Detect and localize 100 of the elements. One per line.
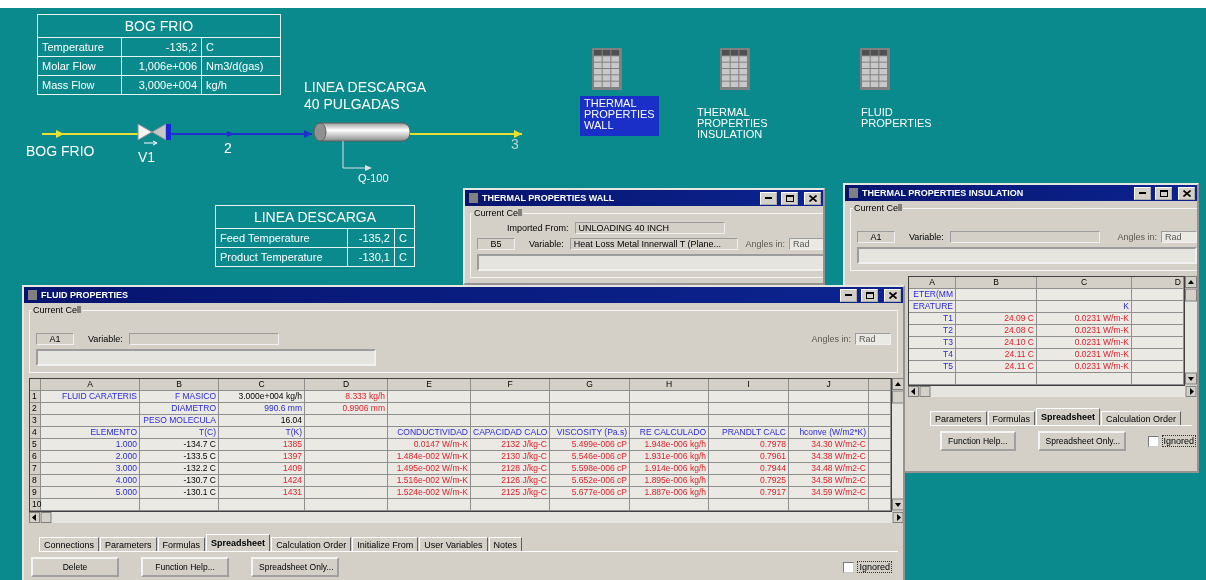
minimize-button[interactable] <box>1134 186 1151 200</box>
desktop-icon-label[interactable]: THERMAL PROPERTIES INSULATION <box>693 105 772 143</box>
spreadsheet-icon[interactable] <box>860 48 890 90</box>
table-cell: 990.6 mm <box>219 403 305 414</box>
desktop-icon-label[interactable]: THERMAL PROPERTIES WALL <box>580 96 659 136</box>
field-label: Angles in: <box>1117 232 1157 242</box>
table-title: BOG FRIO <box>37 14 281 38</box>
formula-field[interactable] <box>477 254 823 271</box>
table-cell: ELEMENTO <box>41 427 140 438</box>
push-button[interactable]: Function Help... <box>141 557 229 577</box>
table-cell: T1 <box>909 313 956 324</box>
tab[interactable]: Parameters <box>930 411 987 425</box>
angles-field[interactable]: Rad <box>789 238 823 250</box>
variable-field[interactable] <box>949 231 1100 243</box>
horizontal-scrollbar[interactable] <box>908 386 1197 397</box>
push-button[interactable]: Delete <box>31 557 119 577</box>
table-cell: 5.546e-006 cP <box>550 451 630 462</box>
column-header[interactable]: C <box>219 379 305 390</box>
minimize-button[interactable] <box>760 191 777 205</box>
column-header[interactable]: I <box>709 379 789 390</box>
cell-address-field: B5 <box>477 238 515 250</box>
table-cell: ERATURE <box>909 301 956 312</box>
close-button[interactable] <box>1178 186 1195 200</box>
table-cell: K <box>1037 301 1132 312</box>
table-cell: 2132 J/kg-C <box>471 439 550 450</box>
tab[interactable]: Formulas <box>157 537 206 551</box>
column-header[interactable]: C <box>1037 277 1132 288</box>
window-title: FLUID PROPERTIES <box>41 290 129 300</box>
push-button[interactable]: Function Help... <box>940 431 1016 451</box>
maximize-button[interactable] <box>861 288 878 302</box>
tab[interactable]: Formulas <box>987 411 1036 425</box>
variable-field[interactable]: Heat Loss Metal Innerwall T (Plane... <box>569 238 738 250</box>
row-header[interactable]: 8 <box>30 475 41 486</box>
table-cell: 3.000 <box>41 463 140 474</box>
close-button[interactable] <box>804 191 821 205</box>
push-button[interactable]: Spreadsheet Only... <box>1037 431 1126 451</box>
column-header[interactable]: D <box>1132 277 1184 288</box>
desktop-icon-label[interactable]: FLUID PROPERTIES <box>857 105 936 132</box>
spreadsheet-icon[interactable] <box>720 48 750 90</box>
row-header[interactable]: 1 <box>30 391 41 402</box>
checkbox[interactable] <box>843 561 855 573</box>
close-button[interactable] <box>884 288 901 302</box>
row-header[interactable]: 9 <box>30 487 41 498</box>
table-cell: Nm3/d(gas) <box>201 56 281 76</box>
cell-address-field: A1 <box>36 333 74 345</box>
imported-from-field[interactable]: UNLOADING 40 INCH <box>574 222 725 234</box>
spreadsheet-icon[interactable] <box>592 48 622 90</box>
row-header[interactable]: 10 <box>30 499 41 510</box>
table-cell: T3 <box>909 337 956 348</box>
tab[interactable]: Spreadsheet <box>206 534 271 551</box>
column-header[interactable]: A <box>909 277 956 288</box>
table-cell: 1431 <box>219 487 305 498</box>
vertical-scrollbar[interactable] <box>892 378 903 511</box>
row-header[interactable]: 3 <box>30 415 41 426</box>
column-header[interactable]: B <box>956 277 1037 288</box>
variable-field[interactable] <box>128 333 279 345</box>
table-cell: hconve (W/m2*K) <box>789 427 869 438</box>
tab[interactable]: Notes <box>488 537 523 551</box>
column-header[interactable]: J <box>789 379 869 390</box>
table-cell: 0.0231 W/m-K <box>1037 337 1132 348</box>
vertical-scrollbar[interactable] <box>1185 276 1197 385</box>
tab[interactable]: Connections <box>39 537 100 551</box>
formula-field[interactable] <box>36 349 376 366</box>
tab[interactable]: Initialize From <box>352 537 419 551</box>
column-header[interactable]: E <box>388 379 471 390</box>
formula-field[interactable] <box>857 247 1197 264</box>
column-header[interactable]: B <box>140 379 219 390</box>
maximize-button[interactable] <box>781 191 798 205</box>
tab[interactable]: Calculation Order <box>1101 411 1182 425</box>
tab[interactable]: Parameters <box>100 537 157 551</box>
maximize-button[interactable] <box>1155 186 1172 200</box>
tab[interactable]: Spreadsheet <box>1036 408 1101 425</box>
row-header[interactable]: 7 <box>30 463 41 474</box>
row-header[interactable]: 4 <box>30 427 41 438</box>
table-cell: 24.09 C <box>956 313 1037 324</box>
tab[interactable]: User Variables <box>419 537 488 551</box>
column-header[interactable]: G <box>550 379 630 390</box>
pipe-drawing[interactable] <box>312 122 412 142</box>
checkbox[interactable] <box>1147 435 1159 447</box>
tab[interactable]: Calculation Order <box>271 537 352 551</box>
column-header[interactable]: F <box>471 379 550 390</box>
column-header[interactable]: A <box>41 379 140 390</box>
table-cell: C <box>201 37 281 57</box>
table-cell: 16.04 <box>219 415 305 426</box>
valve-icon[interactable] <box>136 122 172 146</box>
table-cell: CAPACIDAD CALO <box>471 427 550 438</box>
push-button[interactable]: Spreadsheet Only... <box>251 557 339 577</box>
row-header[interactable]: 2 <box>30 403 41 414</box>
table-cell: 5.499e-006 cP <box>550 439 630 450</box>
row-header[interactable]: 5 <box>30 439 41 450</box>
row-header[interactable]: 6 <box>30 451 41 462</box>
angles-field[interactable]: Rad <box>855 333 891 345</box>
unit-label: LINEA DESCARGA <box>304 79 427 96</box>
table-cell: 2130 J/kg-C <box>471 451 550 462</box>
column-header[interactable]: D <box>305 379 388 390</box>
angles-field[interactable]: Rad <box>1161 231 1197 243</box>
column-header[interactable]: H <box>630 379 709 390</box>
energy-stream-arrow <box>341 141 373 173</box>
minimize-button[interactable] <box>840 288 857 302</box>
table-cell: 1.895e-006 kg/h <box>630 475 709 486</box>
